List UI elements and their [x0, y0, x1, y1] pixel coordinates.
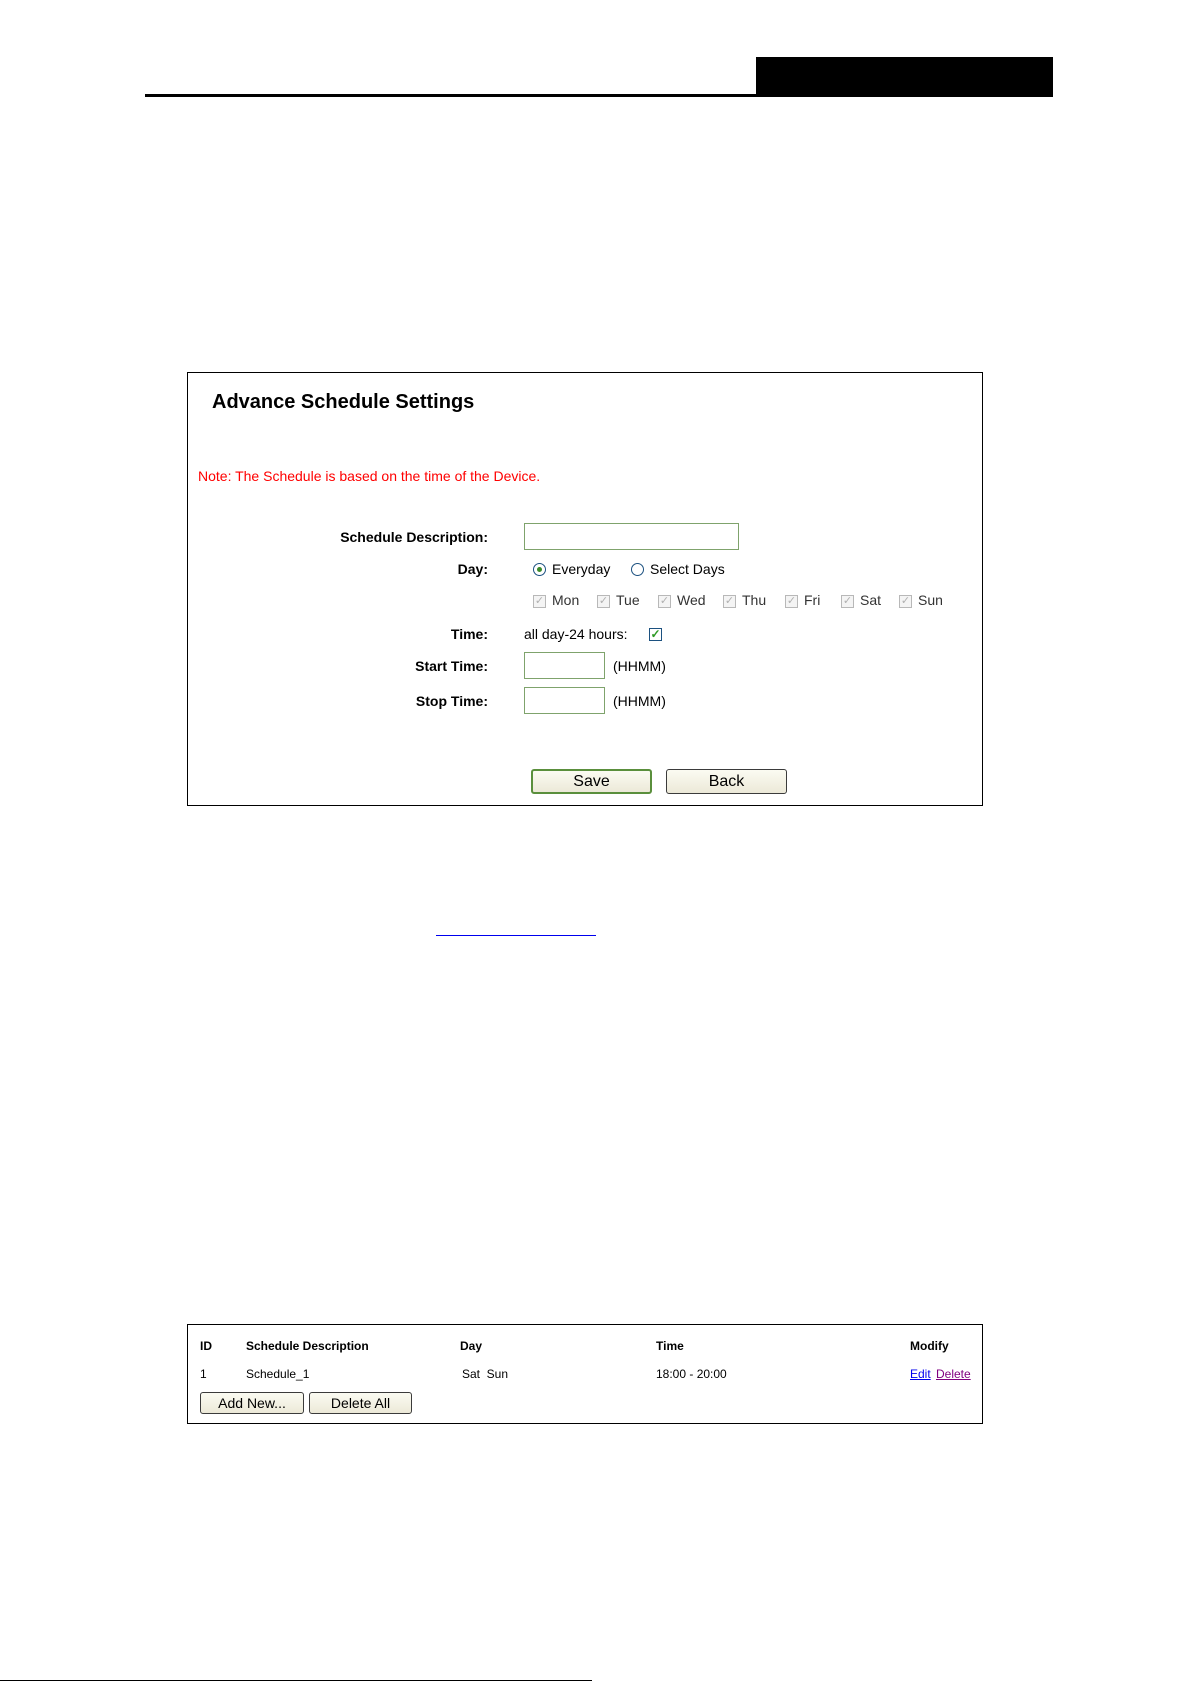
tue-checkbox[interactable]: ✓ — [597, 595, 610, 608]
day-label: Day: — [457, 561, 488, 577]
sat-checkbox[interactable]: ✓ — [841, 595, 854, 608]
start-time-input[interactable] — [524, 652, 605, 679]
column-header-day: Day — [460, 1339, 483, 1353]
header-black-block — [756, 57, 1053, 97]
everyday-label: Everyday — [552, 561, 611, 577]
footer-rule — [0, 1680, 592, 1681]
row-description: Schedule_1 — [246, 1367, 310, 1381]
note-text: Note: The Schedule is based on the time … — [198, 468, 541, 484]
thu-label: Thu — [742, 592, 767, 608]
tue-label: Tue — [616, 592, 640, 608]
add-new-button[interactable]: Add New... — [200, 1392, 304, 1414]
select-days-radio[interactable] — [631, 563, 644, 576]
column-header-description: Schedule Description — [246, 1339, 369, 1353]
start-time-label: Start Time: — [415, 658, 488, 674]
fri-checkbox[interactable]: ✓ — [785, 595, 798, 608]
save-button[interactable]: Save — [531, 769, 652, 794]
sun-checkbox[interactable]: ✓ — [899, 595, 912, 608]
all-day-label: all day-24 hours: — [524, 626, 628, 642]
everyday-radio[interactable] — [533, 563, 546, 576]
edit-link[interactable]: Edit — [910, 1367, 931, 1381]
advance-schedule-settings-panel: Advance Schedule Settings Note: The Sche… — [187, 372, 983, 806]
back-button[interactable]: Back — [666, 769, 787, 794]
wed-checkbox[interactable]: ✓ — [658, 595, 671, 608]
schedule-list-panel: ID Schedule Description Day Time Modify … — [187, 1324, 983, 1424]
column-header-modify: Modify — [910, 1339, 949, 1353]
stop-time-format: (HHMM) — [613, 693, 666, 709]
column-header-time: Time — [656, 1339, 684, 1353]
thu-checkbox[interactable]: ✓ — [723, 595, 736, 608]
header-rule — [145, 94, 1049, 97]
delete-link[interactable]: Delete — [936, 1367, 971, 1381]
sat-label: Sat — [860, 592, 882, 608]
doc-hyperlink-underline[interactable] — [436, 935, 596, 936]
start-time-format: (HHMM) — [613, 658, 666, 674]
wed-label: Wed — [677, 592, 706, 608]
all-day-checkbox[interactable]: ✓ — [649, 628, 662, 641]
stop-time-label: Stop Time: — [415, 693, 488, 709]
schedule-description-input[interactable] — [524, 523, 739, 550]
radio-selected-dot — [537, 567, 542, 572]
row-id: 1 — [200, 1367, 207, 1381]
select-days-label: Select Days — [650, 561, 725, 577]
stop-time-input[interactable] — [524, 687, 605, 714]
mon-label: Mon — [552, 592, 580, 608]
row-day: Sat Sun — [462, 1367, 509, 1381]
page-title: Advance Schedule Settings — [212, 391, 475, 413]
delete-all-button[interactable]: Delete All — [309, 1392, 412, 1414]
schedule-description-label: Schedule Description: — [340, 529, 488, 545]
time-label: Time: — [450, 626, 488, 642]
row-time: 18:00 - 20:00 — [656, 1367, 727, 1381]
mon-checkbox[interactable]: ✓ — [533, 595, 546, 608]
sun-label: Sun — [918, 592, 943, 608]
fri-label: Fri — [804, 592, 821, 608]
column-header-id: ID — [200, 1339, 212, 1353]
